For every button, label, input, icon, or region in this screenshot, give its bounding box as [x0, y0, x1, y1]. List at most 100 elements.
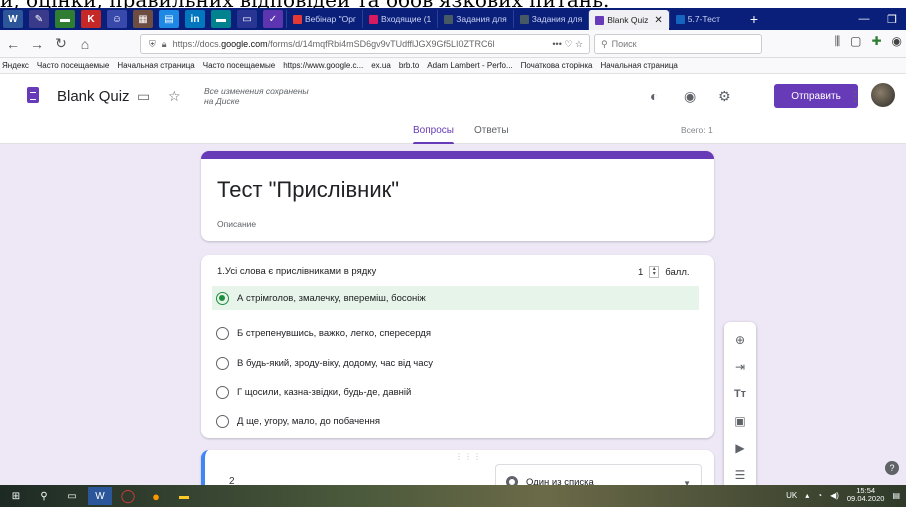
bookmark[interactable]: Adam Lambert - Perfo... [427, 61, 512, 70]
maximize-icon[interactable]: ❐ [878, 13, 906, 26]
search-input[interactable]: ⚲ Поиск [594, 34, 762, 54]
form-file-title[interactable]: Blank Quiz [57, 88, 130, 105]
tray-arrow-icon[interactable]: ▴ [805, 491, 809, 500]
browser-tab[interactable]: 5.7-Тест [668, 10, 726, 28]
star-icon[interactable]: ☆ [168, 88, 181, 105]
bookmark[interactable]: brb.to [399, 61, 419, 70]
pinned-tab[interactable]: ▬ [211, 10, 231, 28]
notifications-icon[interactable]: ▤ [892, 491, 900, 500]
network-icon[interactable]: ◔ [817, 491, 822, 500]
answer-option[interactable]: А стрімголов, змалечку, впереміш, босоні… [212, 286, 699, 310]
back-icon[interactable]: ← [2, 33, 24, 55]
form-title-card[interactable]: Тест "Прислівник" Описание [201, 151, 714, 241]
radio-icon[interactable] [216, 326, 229, 340]
extension-icon[interactable]: ✚ [871, 34, 881, 49]
preview-eye-icon[interactable]: ◉ [684, 88, 696, 105]
clock[interactable]: 15:54 09.04.2020 [847, 487, 885, 503]
browser-tab[interactable]: Задания для [512, 10, 588, 28]
pinned-tab[interactable]: ▦ [133, 10, 153, 28]
language-indicator[interactable]: UK [786, 491, 797, 500]
page-actions-icon[interactable]: ••• ♡ ☆ [552, 39, 583, 50]
pinned-tab[interactable]: ▭ [237, 10, 257, 28]
bookmark[interactable]: Яндекс [2, 61, 29, 70]
answer-option[interactable]: Д ще, угору, мало, до побачення [212, 409, 699, 433]
word-icon[interactable]: W [88, 487, 112, 505]
navigation-bar: ← → ↻ ⌂ ⛨ 🔒︎ https://docs. google.com/for… [0, 30, 906, 58]
classroom-icon [444, 14, 454, 24]
firefox-icon[interactable]: ● [144, 487, 168, 505]
account-icon[interactable]: ◉ [892, 34, 902, 49]
radio-icon[interactable] [216, 414, 229, 428]
tab-answers[interactable]: Ответы [474, 125, 509, 136]
image-icon[interactable]: ▣ [730, 411, 750, 431]
bookmark[interactable]: Начальная страница [600, 61, 677, 70]
form-description[interactable]: Описание [217, 219, 256, 229]
browser-tab[interactable]: Вебінар "Орг [286, 10, 362, 28]
tab-questions[interactable]: Вопросы [413, 125, 454, 145]
new-question-card[interactable]: ⋮⋮⋮ 2 Один из списка ▼ [201, 450, 714, 485]
avatar[interactable] [871, 83, 895, 107]
answer-option[interactable]: В будь-який, зроду-віку, додому, час від… [212, 351, 699, 375]
drag-handle-icon[interactable]: ⋮⋮⋮ [455, 452, 482, 461]
pinned-tab[interactable]: ✎ [29, 10, 49, 28]
pinned-tab-linkedin[interactable]: in [185, 10, 205, 28]
new-tab-button[interactable]: + [740, 11, 768, 27]
question-type-select[interactable]: Один из списка ▼ [495, 464, 702, 485]
answer-option[interactable]: Б стрепенувшись, важко, легко, спересерд… [212, 321, 699, 345]
pinned-tab[interactable]: ▬ [55, 10, 75, 28]
bookmark[interactable]: https://www.google.c... [283, 61, 363, 70]
browser-tab[interactable]: Входящие (1 [362, 10, 437, 28]
radio-type-icon [506, 476, 518, 485]
browser-tab[interactable]: Задания для [437, 10, 512, 28]
add-question-icon[interactable]: ⊕ [730, 330, 750, 350]
question-card[interactable]: 1.Усі слова є прислівниками в рядку 1 ▴ ▾… [201, 255, 714, 438]
radio-icon[interactable] [216, 385, 229, 399]
pinned-tab[interactable]: ✓ [263, 10, 283, 28]
forms-logo-icon[interactable] [27, 87, 39, 103]
more-options-icon[interactable]: ⋮ [848, 88, 862, 105]
tab-icon [675, 14, 685, 24]
sidebar-icon[interactable]: ▢ [850, 34, 861, 49]
points-value[interactable]: 1 [638, 267, 643, 278]
answer-option[interactable]: Г щосили, казна-звідки, будь-де, давній [212, 380, 699, 404]
help-icon[interactable]: ? [885, 461, 899, 475]
pinned-tab[interactable]: ☺ [107, 10, 127, 28]
bookmark[interactable]: ex.ua [371, 61, 391, 70]
browser-tab-active[interactable]: Blank Quiz ✕ [588, 10, 669, 30]
question-title[interactable]: 1.Усі слова є прислівниками в рядку [217, 266, 376, 277]
url-prefix: https://docs. [172, 39, 222, 49]
send-button[interactable]: Отправить [774, 84, 858, 108]
bookmark[interactable]: Часто посещаемые [37, 61, 109, 70]
bookmark[interactable]: Часто посещаемые [203, 61, 275, 70]
pinned-tab[interactable]: K [81, 10, 101, 28]
radio-selected-icon[interactable] [216, 291, 229, 305]
start-icon[interactable]: ⊞ [4, 487, 28, 505]
close-tab-icon[interactable]: ✕ [654, 15, 662, 26]
section-icon[interactable]: ☰ [730, 465, 750, 485]
pinned-tab[interactable]: ▤ [159, 10, 179, 28]
import-icon[interactable]: ⇥ [730, 357, 750, 377]
task-view-icon[interactable]: ▭ [60, 487, 84, 505]
points-stepper[interactable]: ▴ ▾ [649, 266, 660, 278]
title-icon[interactable]: Tт [730, 384, 750, 404]
library-icon[interactable]: ⫼ [835, 34, 841, 49]
folder-icon[interactable]: ▭ [137, 88, 150, 105]
bookmark[interactable]: Початкова сторінка [521, 61, 593, 70]
search-icon[interactable]: ⚲ [32, 487, 56, 505]
reload-icon[interactable]: ↻ [50, 33, 72, 55]
palette-icon[interactable]: ◐ [650, 88, 658, 104]
settings-gear-icon[interactable]: ⚙ [718, 88, 731, 105]
form-title[interactable]: Тест "Прислівник" [217, 177, 399, 203]
minimize-icon[interactable]: — [850, 13, 878, 25]
new-question-input[interactable]: 2 [229, 476, 235, 485]
video-icon[interactable]: ▶ [730, 438, 750, 458]
explorer-icon[interactable]: ▬ [172, 487, 196, 505]
volume-icon[interactable]: ◀) [830, 491, 839, 500]
pinned-tab-word[interactable]: W [3, 10, 23, 28]
home-icon[interactable]: ⌂ [74, 33, 96, 55]
address-bar[interactable]: ⛨ 🔒︎ https://docs. google.com/forms/d/14m… [140, 34, 590, 54]
opera-icon[interactable]: ◯ [116, 487, 140, 505]
radio-icon[interactable] [216, 356, 229, 370]
forward-icon[interactable]: → [26, 33, 48, 55]
bookmark[interactable]: Начальная страница [117, 61, 194, 70]
